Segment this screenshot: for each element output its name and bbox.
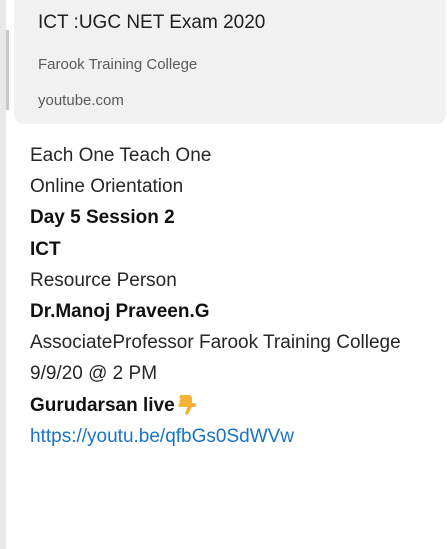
link-preview-title: ICT :UGC NET Exam 2020 xyxy=(38,12,266,33)
message-line-speaker: Dr.Manoj Praveen.G xyxy=(30,301,210,323)
message-line-slogan: Each One Teach One xyxy=(30,145,212,166)
chat-message-bubble: ICT :UGC NET Exam 2020 Farook Training C… xyxy=(0,0,447,549)
message-line-event: Online Orientation xyxy=(30,176,184,198)
link-preview-card[interactable]: ICT :UGC NET Exam 2020 Farook Training C… xyxy=(14,0,446,124)
live-label: Gurudarsan live xyxy=(30,394,175,416)
link-preview-subtitle: Farook Training College xyxy=(38,56,198,73)
message-text: Each One Teach One Online Orientation Da… xyxy=(30,140,447,452)
pointing-down-hand-icon xyxy=(177,393,197,415)
message-line-role: Resource Person xyxy=(30,269,177,291)
message-line-topic: ICT xyxy=(30,238,61,260)
bubble-edge xyxy=(6,30,9,110)
message-line-datetime: 9/9/20 @ 2 PM xyxy=(30,363,158,385)
message-line-live: Gurudarsan live xyxy=(30,390,447,421)
message-line-url: https://youtu.be/qfbGs0SdWVw xyxy=(30,421,447,452)
message-line-session: Day 5 Session 2 xyxy=(30,207,175,229)
link-preview-domain: youtube.com xyxy=(38,92,124,109)
message-line-affiliation: AssociateProfessor Farook Training Colle… xyxy=(30,332,401,354)
youtube-link[interactable]: https://youtu.be/qfbGs0SdWVw xyxy=(30,426,294,447)
